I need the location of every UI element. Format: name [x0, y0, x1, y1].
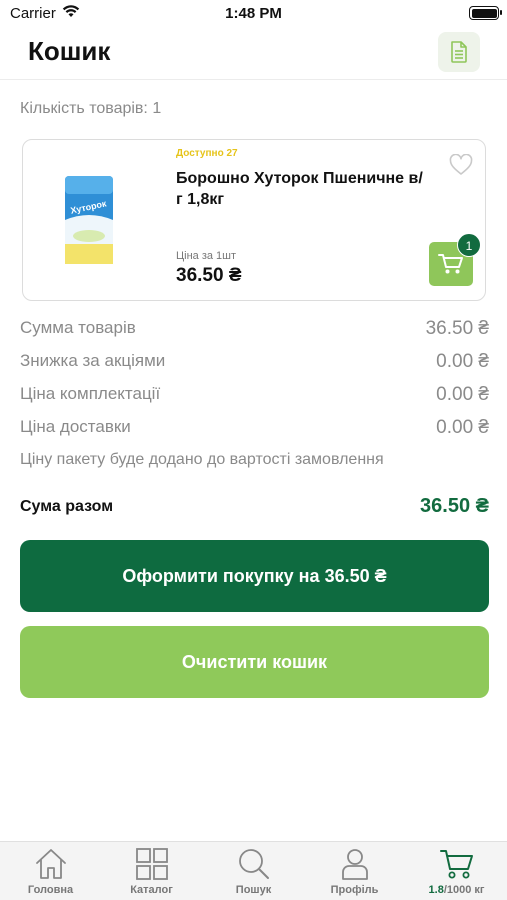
tab-cart[interactable]: 1.8/1000 кг	[406, 842, 507, 900]
product-name[interactable]: Борошно Хуторок Пшеничне в/г 1,8кг	[176, 168, 426, 210]
bag-price-note: Ціну пакету буде додано до вартості замо…	[20, 451, 384, 468]
home-icon	[35, 849, 66, 879]
summary-value: 0.00 ₴	[436, 417, 489, 438]
total-value: 36.50 ₴	[420, 495, 489, 517]
cart-weight: 1.8	[428, 884, 444, 896]
cart-item-card[interactable]: Хуторок Доступно 27 Борошно Хуторок Пшен…	[22, 139, 486, 301]
cart-weight-limit: /1000 кг	[443, 884, 485, 896]
summary-label: Знижка за акціями	[20, 351, 166, 370]
status-bar: Carrier 1:48 PM	[0, 0, 507, 28]
tab-search[interactable]: Пошук	[203, 842, 304, 900]
search-icon	[238, 849, 269, 879]
cart-icon	[439, 850, 473, 879]
tab-label: Профіль	[330, 884, 379, 896]
item-count: Кількість товарів: 1	[20, 100, 162, 117]
checkout-button[interactable]: Оформити покупку на 36.50 ₴	[20, 540, 489, 612]
cart-weight-label: 1.8/1000 кг	[406, 884, 507, 896]
summary-row-delivery: Ціна доставки 0.00 ₴	[20, 417, 489, 441]
tab-label: Головна	[27, 884, 74, 896]
total-row: Сума разом 36.50 ₴	[20, 495, 489, 521]
total-label: Сума разом	[20, 498, 114, 515]
grid-icon	[135, 848, 168, 880]
availability-label: Доступно 27	[176, 148, 238, 159]
summary-row-items-total: Сумма товарів 36.50 ₴	[20, 318, 489, 342]
heart-outline-icon[interactable]	[449, 154, 473, 176]
tab-bar: Головна Каталог Пошук Профіль 1.8/1000 к…	[0, 841, 507, 900]
price-value: 36.50 ₴	[176, 265, 242, 286]
clock: 1:48 PM	[225, 5, 282, 22]
summary-row-packing: Ціна комплектації 0.00 ₴	[20, 384, 489, 408]
tab-profile[interactable]: Профіль	[304, 842, 405, 900]
tab-home[interactable]: Головна	[0, 842, 101, 900]
document-button[interactable]	[438, 32, 480, 72]
summary-value: 36.50 ₴	[425, 318, 489, 339]
battery-icon	[469, 6, 502, 20]
summary-label: Сумма товарів	[20, 318, 136, 337]
quantity-badge: 1	[457, 233, 481, 257]
header: Кошик	[0, 28, 507, 80]
summary-label: Ціна комплектації	[20, 384, 161, 403]
summary-value: 0.00 ₴	[436, 351, 489, 372]
user-icon	[341, 849, 368, 880]
shopping-cart-icon	[438, 254, 463, 274]
document-icon	[451, 41, 467, 63]
summary-label: Ціна доставки	[20, 417, 131, 436]
page-title: Кошик	[28, 36, 111, 66]
summary-row-discount: Знижка за акціями 0.00 ₴	[20, 351, 489, 375]
tab-label: Пошук	[235, 884, 272, 896]
tab-label: Каталог	[130, 884, 173, 896]
clear-cart-button[interactable]: Очистити кошик	[20, 626, 489, 698]
product-image: Хуторок	[65, 176, 113, 264]
tab-catalog[interactable]: Каталог	[101, 842, 202, 900]
price-label: Ціна за 1шт	[176, 250, 237, 262]
summary-value: 0.00 ₴	[436, 384, 489, 405]
